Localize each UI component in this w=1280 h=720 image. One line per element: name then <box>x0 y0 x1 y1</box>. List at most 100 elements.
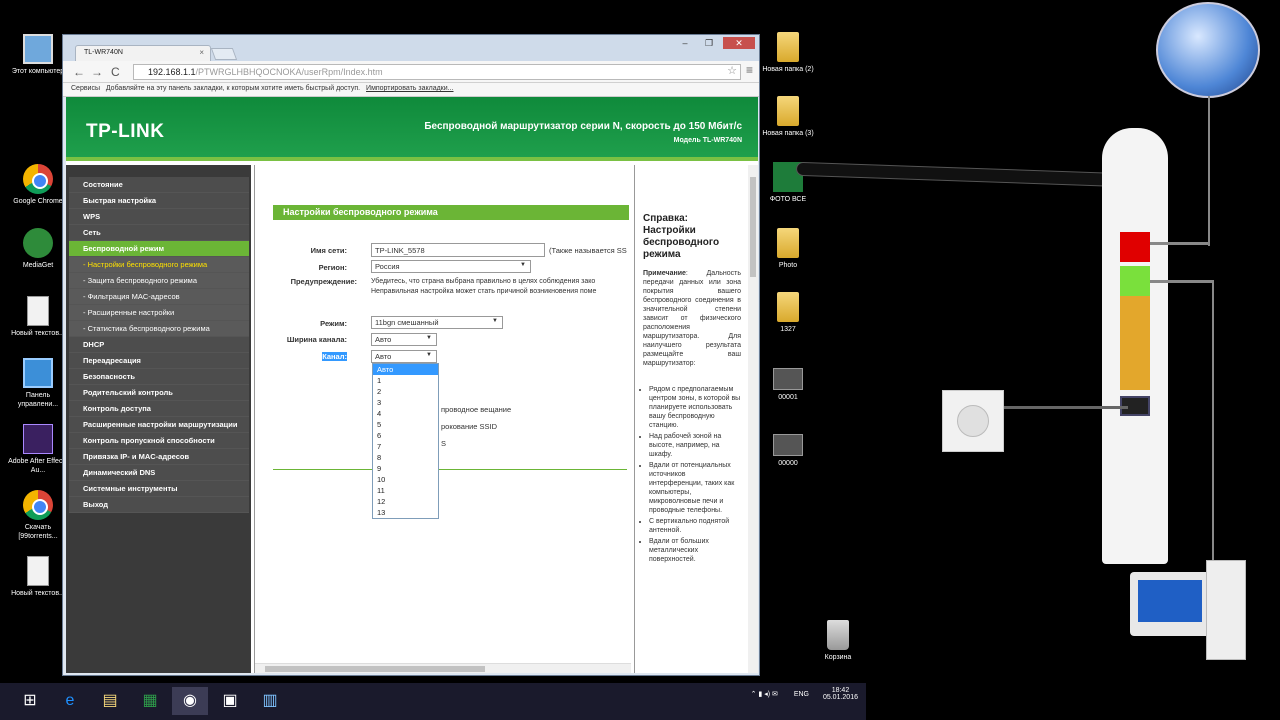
menu-item-wps[interactable]: WPS <box>69 209 249 225</box>
window-taskbar-icon[interactable]: ▣ <box>212 687 248 715</box>
menu-item-ip-mac-binding[interactable]: Привязка IP- и MAC-адресов <box>69 449 249 465</box>
menu-item-advanced-routing[interactable]: Расширенные настройки маршрутизации <box>69 417 249 433</box>
menu-item-system-tools[interactable]: Системные инструменты <box>69 481 249 497</box>
channel-option[interactable]: Авто <box>373 364 438 375</box>
ssid-note: (Также называется SS <box>549 246 627 255</box>
desktop-icon-folder-3[interactable]: Новая папка (3) <box>758 96 818 138</box>
power-port-green <box>1120 266 1150 296</box>
windows-start-icon[interactable]: ⊞ <box>12 687 48 715</box>
desktop-icon-mediaget[interactable]: MediaGet <box>8 228 68 270</box>
channel-option[interactable]: 9 <box>373 463 438 474</box>
tray-icons[interactable]: ⌃ ▮ ◂) ✉ <box>751 691 778 698</box>
channel-label: Канал: <box>322 352 347 361</box>
desktop-icon-text-2[interactable]: Новый текстов... <box>8 556 68 598</box>
minimize-button[interactable]: ‒ <box>673 37 697 49</box>
reload-icon[interactable]: C <box>111 65 120 79</box>
menu-item-wireless[interactable]: Беспроводной режим <box>69 241 249 257</box>
channel-option[interactable]: 3 <box>373 397 438 408</box>
clock[interactable]: 18:42 05.01.2016 <box>823 687 858 701</box>
chrome-taskbar-icon[interactable]: ◉ <box>172 687 208 715</box>
desktop-icon-video-00000[interactable]: 00000 <box>758 434 818 468</box>
channel-select[interactable]: Авто ▼ <box>371 350 437 363</box>
tab-title: TL-WR740N <box>84 49 123 56</box>
desktop-icon-this-pc[interactable]: Этот компьютер <box>8 34 68 76</box>
desktop-icon-photo[interactable]: Photo <box>758 228 818 270</box>
browser-toolbar: ← → C 192.168.1.1/PTWRGLHBHQOCNOKA/userR… <box>63 61 759 83</box>
chrome-icon <box>23 490 53 520</box>
channel-option[interactable]: 10 <box>373 474 438 485</box>
horizontal-scrollbar[interactable] <box>255 663 631 673</box>
menu-item-quick-setup[interactable]: Быстрая настройка <box>69 193 249 209</box>
desktop-icon-video-00001[interactable]: 00001 <box>758 368 818 402</box>
chevron-down-icon: ▼ <box>520 262 526 268</box>
channel-option[interactable]: 5 <box>373 419 438 430</box>
forward-arrow-icon[interactable]: → <box>91 65 103 79</box>
ssid-input[interactable]: TP-LINK_5578 <box>371 243 545 257</box>
desktop-icon-recycle-bin[interactable]: Корзина <box>808 620 868 662</box>
import-bookmarks-link[interactable]: Импортировать закладки... <box>366 85 453 92</box>
menu-item-dhcp[interactable]: DHCP <box>69 337 249 353</box>
desktop-icon-1327[interactable]: 1327 <box>758 292 818 334</box>
channel-width-select[interactable]: Авто ▼ <box>371 333 437 346</box>
desktop-icon-folder-2[interactable]: Новая папка (2) <box>758 32 818 74</box>
back-arrow-icon[interactable]: ← <box>73 65 85 79</box>
channel-option[interactable]: 2 <box>373 386 438 397</box>
channel-option[interactable]: 6 <box>373 430 438 441</box>
language-indicator[interactable]: ENG <box>794 691 809 698</box>
menu-item-wireless-settings[interactable]: - Настройки беспроводного режима <box>69 257 249 273</box>
channel-option[interactable]: 11 <box>373 485 438 496</box>
bookmark-star-icon[interactable]: ☆ <box>727 64 737 77</box>
menu-item-forwarding[interactable]: Переадресация <box>69 353 249 369</box>
maximize-button[interactable]: ❐ <box>697 37 721 49</box>
folder-icon <box>777 32 799 62</box>
menu-item-network[interactable]: Сеть <box>69 225 249 241</box>
network-app-icon[interactable]: ▥ <box>252 687 288 715</box>
new-tab-button[interactable] <box>210 48 238 60</box>
menu-item-parental-control[interactable]: Родительский контроль <box>69 385 249 401</box>
menu-item-mac-filtering[interactable]: - Фильтрация MAC-адресов <box>69 289 249 305</box>
warning-text: Убедитесь, что страна выбрана правильно … <box>371 277 631 297</box>
menu-item-ddns[interactable]: Динамический DNS <box>69 465 249 481</box>
apps-shortcut[interactable]: Сервисы <box>71 85 100 92</box>
address-bar[interactable]: 192.168.1.1/PTWRGLHBHQOCNOKA/userRpm/Ind… <box>133 64 741 80</box>
taskbar: ⊞ e ▤ ▦ ◉ ▣ ▥ ⌃ ▮ ◂) ✉ ENG 18:42 05.01.2… <box>0 683 866 720</box>
desktop-icon-control-panel[interactable]: Панель управлени... <box>8 358 68 409</box>
channel-option[interactable]: 13 <box>373 507 438 518</box>
text-file-icon <box>27 296 49 326</box>
menu-item-wireless-statistics[interactable]: - Статистика беспроводного режима <box>69 321 249 337</box>
router-menu: Состояние Быстрая настройка WPS Сеть Бес… <box>66 165 251 673</box>
menu-item-bandwidth-control[interactable]: Контроль пропускной способности <box>69 433 249 449</box>
video-file-icon <box>773 368 803 390</box>
tab-router[interactable]: TL-WR740N × <box>75 45 211 61</box>
router-admin-page: TP-LINK Беспроводной маршрутизатор серии… <box>66 97 758 673</box>
menu-item-security[interactable]: Безопасность <box>69 369 249 385</box>
menu-item-logout[interactable]: Выход <box>69 497 249 513</box>
bookmarks-bar: Сервисы Добавляйте на эту панель закладк… <box>63 83 759 97</box>
file-explorer-icon[interactable]: ▤ <box>92 687 128 715</box>
channel-option[interactable]: 4 <box>373 408 438 419</box>
region-select[interactable]: Россия ▼ <box>371 260 531 273</box>
channel-option[interactable]: 1 <box>373 375 438 386</box>
channel-option[interactable]: 8 <box>373 452 438 463</box>
chrome-icon <box>23 164 53 194</box>
menu-item-access-control[interactable]: Контроль доступа <box>69 401 249 417</box>
chrome-menu-icon[interactable]: ≡ <box>746 63 753 77</box>
help-note-label: Примечание <box>643 270 686 277</box>
desktop-icon-chrome[interactable]: Google Chrome <box>8 164 68 206</box>
desktop-icon-after-effects[interactable]: Adobe After Effects Au... <box>8 424 68 475</box>
mode-select[interactable]: 11bgn смешанный ▼ <box>371 316 503 329</box>
desktop-icon-text-1[interactable]: Новый текстов... <box>8 296 68 338</box>
excel-icon[interactable]: ▦ <box>132 687 168 715</box>
folder-icon <box>777 228 799 258</box>
tab-close-icon[interactable]: × <box>199 48 204 57</box>
menu-item-wireless-security[interactable]: - Защита беспроводного режима <box>69 273 249 289</box>
vertical-scrollbar[interactable] <box>748 165 758 673</box>
channel-option[interactable]: 12 <box>373 496 438 507</box>
close-window-button[interactable]: ✕ <box>723 37 755 49</box>
menu-item-wireless-advanced[interactable]: - Расширенные настройки <box>69 305 249 321</box>
channel-option[interactable]: 7 <box>373 441 438 452</box>
menu-item-status[interactable]: Состояние <box>69 177 249 193</box>
banner-title: Беспроводной маршрутизатор серии N, скор… <box>424 121 742 132</box>
internet-explorer-icon[interactable]: e <box>52 687 88 715</box>
desktop-icon-download[interactable]: Скачать [99torrents... <box>8 490 68 541</box>
